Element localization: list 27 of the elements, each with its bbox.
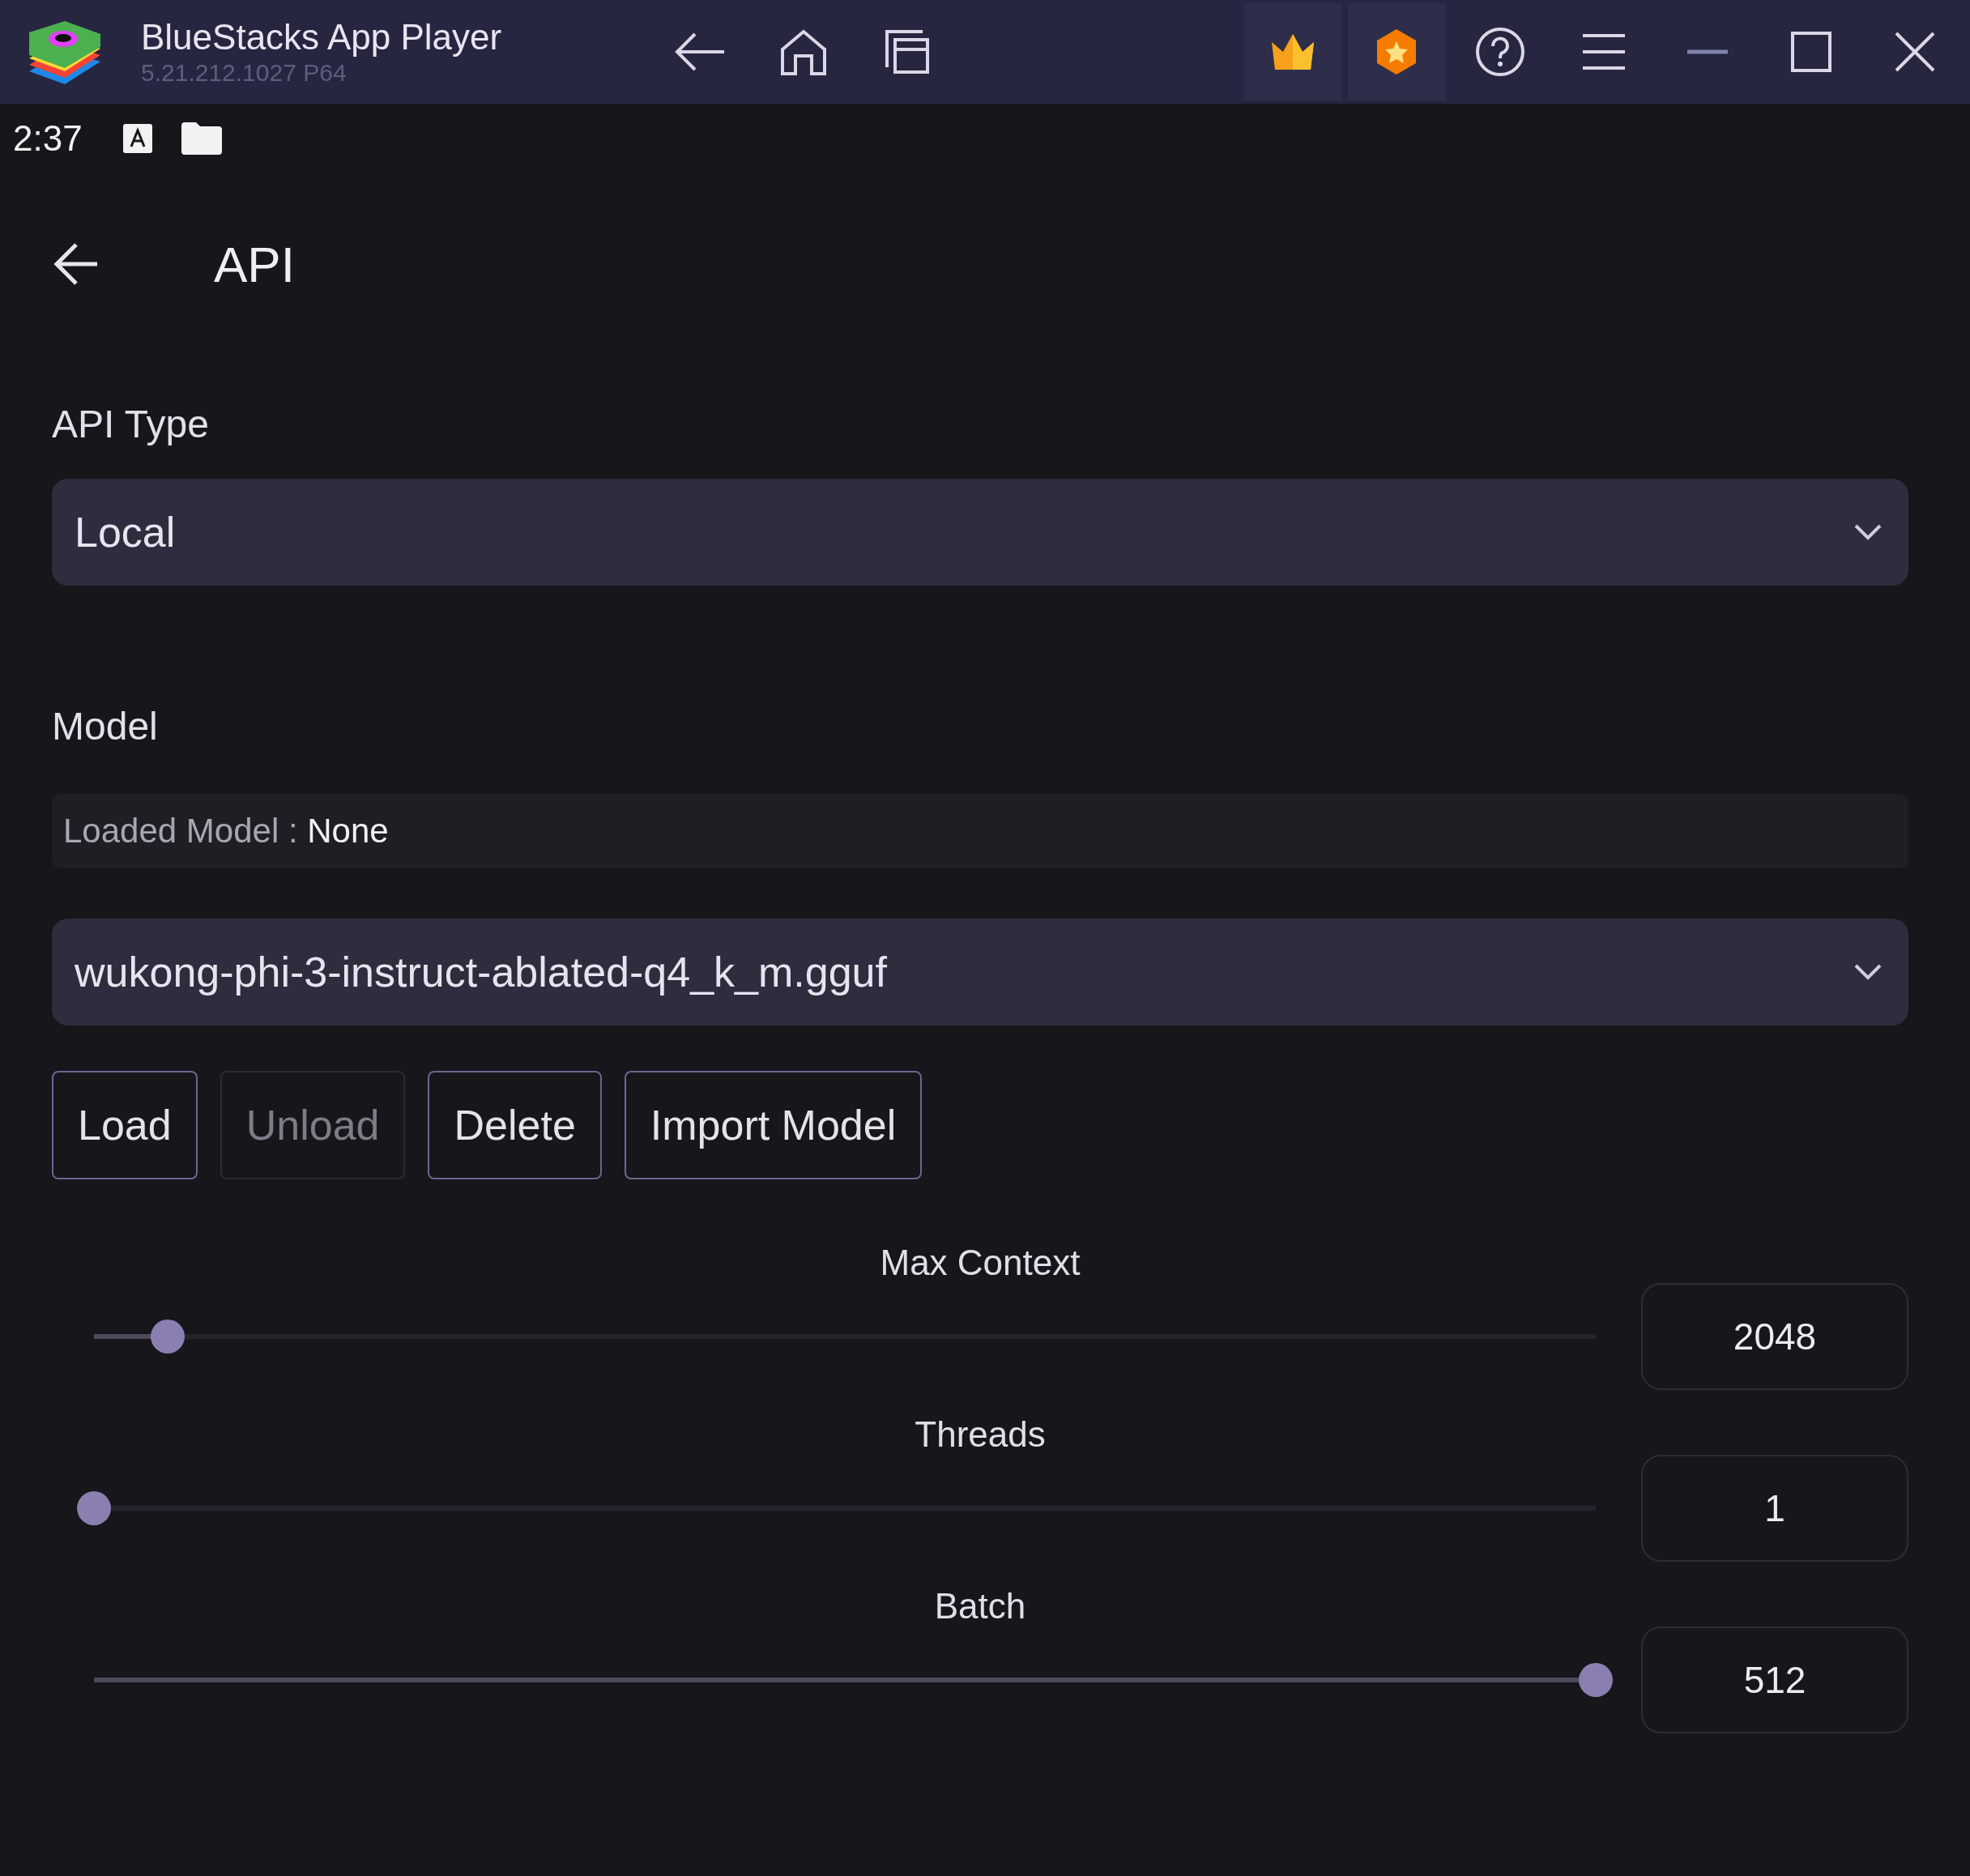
slider-thumb[interactable] — [1579, 1663, 1613, 1697]
slider-label: Batch — [933, 1586, 1027, 1627]
chevron-down-icon — [1853, 523, 1883, 541]
folder-icon — [181, 122, 222, 155]
action-button[interactable]: Load — [52, 1071, 198, 1179]
slider-label: Threads — [914, 1414, 1047, 1455]
value-field[interactable]: 1 — [1641, 1455, 1908, 1562]
chevron-down-icon — [1853, 963, 1883, 981]
action-button[interactable]: Import Model — [624, 1071, 923, 1179]
keyboard-a-icon — [122, 124, 152, 153]
loaded-model-status: Loaded Model : None — [52, 794, 1908, 868]
slider-thumb[interactable] — [77, 1491, 111, 1525]
value-field[interactable]: 512 — [1641, 1627, 1908, 1733]
slider-thumb[interactable] — [150, 1320, 185, 1354]
slider-label: Max Context — [879, 1243, 1081, 1283]
star-badge-icon[interactable] — [1348, 3, 1445, 100]
model-dropdown[interactable]: wukong-phi-3-instruct-ablated-q4_k_m.gguf — [52, 919, 1908, 1025]
value-field[interactable]: 2048 — [1641, 1283, 1908, 1390]
api-type-dropdown[interactable]: Local — [52, 479, 1908, 586]
section-label: API Type — [52, 402, 210, 446]
section-label: Model — [52, 704, 159, 748]
action-button[interactable]: Delete — [428, 1071, 602, 1179]
page-title: API — [214, 235, 295, 293]
window-title: BlueStacks App Player — [141, 16, 503, 58]
status-time: 2:37 — [13, 118, 83, 159]
version-text: 5.21.212.1027 P64 — [141, 58, 348, 87]
crown-icon[interactable] — [1244, 3, 1341, 100]
